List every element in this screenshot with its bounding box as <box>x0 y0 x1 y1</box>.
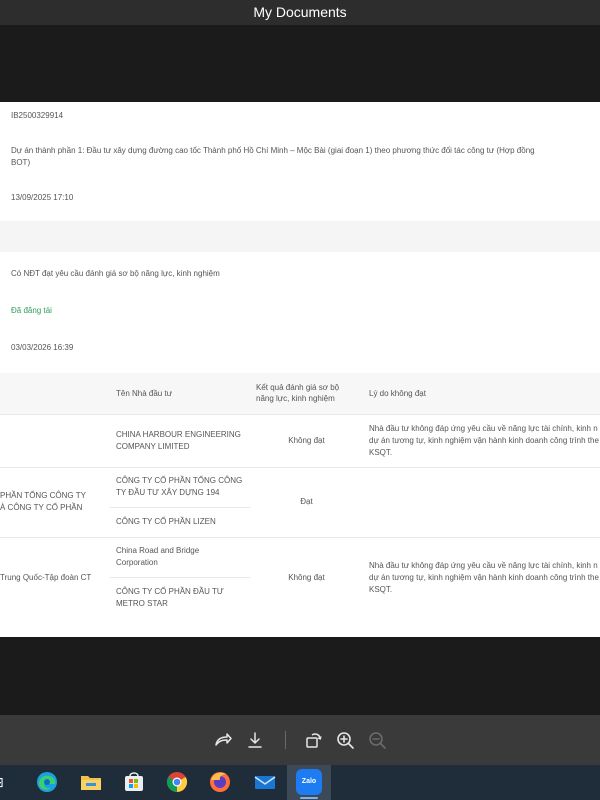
cell-reason: Nhà đầu tư không đáp ứng yêu cầu về năng… <box>363 413 600 467</box>
rotate-icon[interactable] <box>302 729 324 751</box>
edge-icon[interactable] <box>34 769 60 795</box>
result-date: 03/03/2026 16:39 <box>11 343 74 352</box>
package-code: IB2500329914 <box>11 111 64 120</box>
share-icon[interactable] <box>212 729 234 751</box>
document-viewer[interactable]: IB2500329914 Dự án thành phần 1: Đầu tư … <box>0 25 600 715</box>
status-label: Đã đăng tải <box>11 306 52 315</box>
cell-result: Đạt <box>250 466 363 537</box>
firefox-icon[interactable] <box>207 769 233 795</box>
zoom-out-icon[interactable] <box>366 729 388 751</box>
section-divider <box>0 221 600 252</box>
mail-icon[interactable] <box>252 769 278 795</box>
taskbar: ⊞ Zalo <box>0 765 600 800</box>
toolbar-separator <box>285 731 286 749</box>
viewer-toolbar <box>0 715 600 765</box>
header-reason: Lý do không đạt <box>363 373 600 414</box>
file-explorer-icon[interactable] <box>78 769 104 795</box>
document-page[interactable]: IB2500329914 Dự án thành phần 1: Đầu tư … <box>0 102 600 637</box>
table-row: Trung Quốc-Tập đoàn CT China Road and Br… <box>0 536 600 619</box>
title-bar: My Documents <box>0 0 600 25</box>
cell-consortium: Trung Quốc-Tập đoàn CT <box>0 536 110 619</box>
table-row: CHINA HARBOUR ENGINEERING COMPANY LIMITE… <box>0 413 600 467</box>
header-result: Kết quả đánh giá sơ bộ năng lực, kinh ng… <box>250 373 363 414</box>
chrome-icon[interactable] <box>164 769 190 795</box>
cell-consortium <box>0 413 110 467</box>
cell-investor: CÔNG TY CỔ PHẦN LIZEN <box>110 506 250 537</box>
zalo-icon[interactable]: Zalo <box>296 769 322 795</box>
download-icon[interactable] <box>244 729 266 751</box>
cell-consortium: PHẦN TỔNG CÔNG TY À CÔNG TY CỔ PHẦN <box>0 466 110 537</box>
cell-investor: CHINA HARBOUR ENGINEERING COMPANY LIMITE… <box>110 413 250 467</box>
header-investor: Tên Nhà đầu tư <box>110 373 250 414</box>
cell-result: Không đạt <box>250 413 363 467</box>
cell-investor: CÔNG TY CỔ PHẦN ĐẦU TƯ METRO STAR <box>110 576 250 619</box>
window-title: My Documents <box>253 4 347 20</box>
store-icon[interactable] <box>121 769 147 795</box>
cell-investor: China Road and Bridge Corporation <box>110 536 250 577</box>
search-taskview-icon[interactable]: ⊞ <box>0 769 8 795</box>
cell-reason <box>363 466 600 537</box>
evaluation-summary: Có NĐT đạt yêu cầu đánh giá sơ bộ năng l… <box>11 269 220 278</box>
cell-result: Không đạt <box>250 536 363 619</box>
cell-investor: CÔNG TY CỔ PHẦN TỔNG CÔNG TY ĐẦU TƯ XÂY … <box>110 466 250 507</box>
cell-reason: Nhà đầu tư không đáp ứng yêu cầu về năng… <box>363 536 600 619</box>
post-date: 13/09/2025 17:10 <box>11 193 74 202</box>
active-app-indicator <box>300 797 318 799</box>
header-blank <box>0 373 110 414</box>
table-row: PHẦN TỔNG CÔNG TY À CÔNG TY CỔ PHẦN CÔNG… <box>0 466 600 537</box>
zalo-label: Zalo <box>301 778 317 785</box>
project-name: Dự án thành phần 1: Đầu tư xây dựng đườn… <box>11 146 535 167</box>
zoom-in-icon[interactable] <box>334 729 356 751</box>
table-header: Tên Nhà đầu tư Kết quả đánh giá sơ bộ nă… <box>0 373 600 414</box>
results-table: Tên Nhà đầu tư Kết quả đánh giá sơ bộ nă… <box>0 373 600 619</box>
